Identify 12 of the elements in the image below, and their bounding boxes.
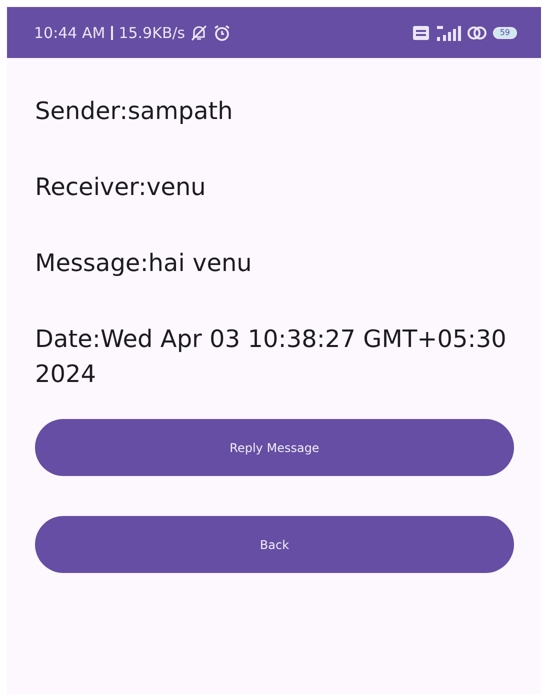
action-button[interactable]: Reply Message — [35, 419, 514, 476]
bell-off-icon — [191, 24, 208, 41]
detail-text: Receiver:venu — [35, 172, 207, 203]
clock: 10:44 AM — [34, 24, 106, 42]
network-speed: 15.9KB/s — [118, 24, 186, 42]
signal-icon — [434, 24, 461, 40]
detail-text: Sender:sampath — [35, 96, 234, 127]
battery-icon: 59 — [492, 26, 517, 38]
alarm-icon — [213, 24, 232, 42]
action-button[interactable]: Back — [35, 516, 514, 573]
detail-text: Date:Wed Apr 03 10:38:27 GMT+05:30 2024 — [35, 324, 508, 390]
detail-text: Message:hai venu — [35, 248, 253, 279]
